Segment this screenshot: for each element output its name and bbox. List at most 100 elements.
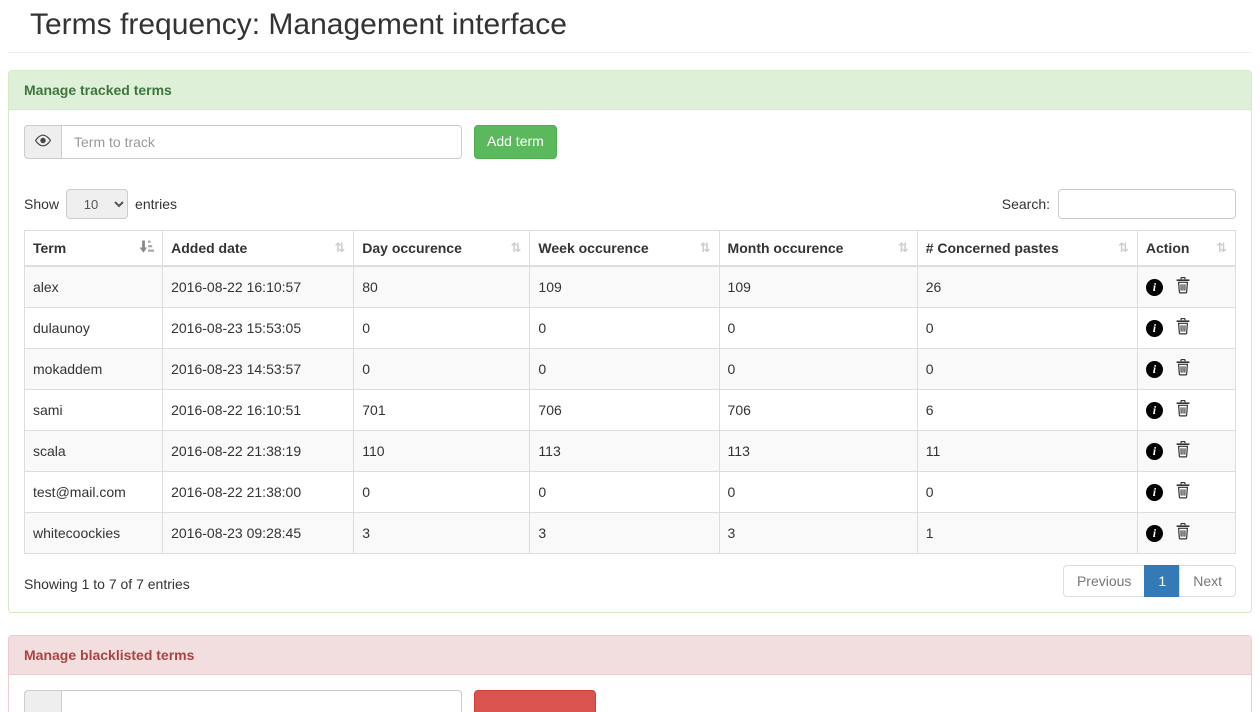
table-cell-month: 0 [719, 349, 917, 390]
table-cell-action: i [1137, 266, 1235, 308]
pagination-page-1[interactable]: 1 [1144, 565, 1180, 597]
trash-icon[interactable] [1176, 400, 1190, 420]
table-cell-action: i [1137, 308, 1235, 349]
info-icon[interactable]: i [1146, 525, 1163, 542]
blacklist-term-button[interactable] [474, 690, 596, 712]
table-cell-pastes: 0 [917, 349, 1137, 390]
column-header-action[interactable]: Action ⇅ [1137, 231, 1235, 267]
entries-label: entries [135, 196, 177, 212]
table-cell-week: 3 [530, 513, 719, 554]
table-cell-pastes: 0 [917, 472, 1137, 513]
table-row: sami2016-08-22 16:10:517017067066i [25, 390, 1236, 431]
page-container: Terms frequency: Management interface Ma… [8, 8, 1252, 712]
table-cell-day: 701 [354, 390, 530, 431]
table-cell-month: 706 [719, 390, 917, 431]
trash-icon[interactable] [1176, 359, 1190, 379]
column-header-month-occurence[interactable]: Month occurence ⇅ [719, 231, 917, 267]
page-length-control: Show 10 entries [24, 189, 177, 219]
blacklist-input-group [24, 690, 462, 712]
page-title: Terms frequency: Management interface [30, 8, 1252, 42]
sort-asc-icon [140, 240, 154, 256]
tracked-terms-panel-header: Manage tracked terms [9, 71, 1251, 110]
blacklisted-terms-panel-body [9, 675, 1251, 712]
table-cell-added: 2016-08-23 14:53:57 [163, 349, 354, 390]
info-icon[interactable]: i [1146, 320, 1163, 337]
add-term-button[interactable]: Add term [474, 125, 557, 159]
table-cell-week: 109 [530, 266, 719, 308]
term-input-group [24, 125, 462, 159]
table-row: test@mail.com2016-08-22 21:38:000000i [25, 472, 1236, 513]
table-cell-term: sami [25, 390, 163, 431]
table-cell-action: i [1137, 472, 1235, 513]
table-cell-week: 0 [530, 308, 719, 349]
datatable-controls: Show 10 entries Search: [24, 189, 1236, 219]
sort-icon: ⇅ [898, 240, 909, 256]
table-cell-day: 0 [354, 472, 530, 513]
table-cell-pastes: 26 [917, 266, 1137, 308]
table-cell-month: 0 [719, 308, 917, 349]
table-row: whitecoockies2016-08-23 09:28:453331i [25, 513, 1236, 554]
trash-icon[interactable] [1176, 441, 1190, 461]
term-to-track-input[interactable] [61, 125, 462, 159]
trash-icon[interactable] [1176, 277, 1190, 297]
table-cell-month: 109 [719, 266, 917, 308]
sort-icon: ⇅ [1216, 240, 1227, 256]
table-cell-added: 2016-08-22 21:38:00 [163, 472, 354, 513]
table-cell-term: mokaddem [25, 349, 163, 390]
table-cell-day: 0 [354, 349, 530, 390]
trash-icon[interactable] [1176, 523, 1190, 543]
sort-icon: ⇅ [700, 240, 711, 256]
table-cell-pastes: 11 [917, 431, 1137, 472]
table-cell-day: 80 [354, 266, 530, 308]
column-header-added-date[interactable]: Added date ⇅ [163, 231, 354, 267]
info-icon[interactable]: i [1146, 279, 1163, 296]
table-info: Showing 1 to 7 of 7 entries [24, 570, 190, 592]
sort-icon: ⇅ [511, 240, 522, 256]
table-cell-week: 0 [530, 349, 719, 390]
table-cell-added: 2016-08-22 21:38:19 [163, 431, 354, 472]
pagination-next[interactable]: Next [1179, 565, 1236, 597]
info-icon[interactable]: i [1146, 484, 1163, 501]
tracked-terms-panel: Manage tracked terms Add term [8, 70, 1252, 613]
title-divider [8, 52, 1252, 53]
term-input-addon [24, 125, 61, 159]
pagination: Previous 1 Next [1063, 565, 1236, 597]
table-cell-pastes: 1 [917, 513, 1137, 554]
blacklisted-terms-panel-header: Manage blacklisted terms [9, 636, 1251, 675]
table-row: mokaddem2016-08-23 14:53:570000i [25, 349, 1236, 390]
show-label: Show [24, 196, 59, 212]
page-length-select[interactable]: 10 [66, 189, 128, 219]
blacklist-input-addon [24, 690, 61, 712]
info-icon[interactable]: i [1146, 443, 1163, 460]
table-cell-action: i [1137, 349, 1235, 390]
table-cell-term: whitecoockies [25, 513, 163, 554]
column-header-day-occurence[interactable]: Day occurence ⇅ [354, 231, 530, 267]
table-cell-day: 110 [354, 431, 530, 472]
column-header-term[interactable]: Term [25, 231, 163, 267]
tracked-terms-panel-body: Add term Show 10 entries Search: [9, 110, 1251, 612]
info-icon[interactable]: i [1146, 361, 1163, 378]
table-cell-month: 113 [719, 431, 917, 472]
sort-icon: ⇅ [334, 240, 345, 256]
column-header-concerned-pastes[interactable]: # Concerned pastes ⇅ [917, 231, 1137, 267]
trash-icon[interactable] [1176, 482, 1190, 502]
table-cell-day: 3 [354, 513, 530, 554]
table-cell-term: test@mail.com [25, 472, 163, 513]
search-label: Search: [1002, 196, 1050, 212]
table-cell-added: 2016-08-23 15:53:05 [163, 308, 354, 349]
column-header-week-occurence[interactable]: Week occurence ⇅ [530, 231, 719, 267]
table-cell-pastes: 0 [917, 308, 1137, 349]
table-cell-term: dulaunoy [25, 308, 163, 349]
search-input[interactable] [1058, 189, 1236, 219]
pagination-previous[interactable]: Previous [1063, 565, 1145, 597]
table-cell-month: 0 [719, 472, 917, 513]
info-icon[interactable]: i [1146, 402, 1163, 419]
table-cell-month: 3 [719, 513, 917, 554]
table-cell-term: alex [25, 266, 163, 308]
table-row: scala2016-08-22 21:38:1911011311311i [25, 431, 1236, 472]
table-row: alex2016-08-22 16:10:578010910926i [25, 266, 1236, 308]
table-cell-pastes: 6 [917, 390, 1137, 431]
blacklist-term-input[interactable] [61, 690, 462, 712]
trash-icon[interactable] [1176, 318, 1190, 338]
table-cell-added: 2016-08-23 09:28:45 [163, 513, 354, 554]
